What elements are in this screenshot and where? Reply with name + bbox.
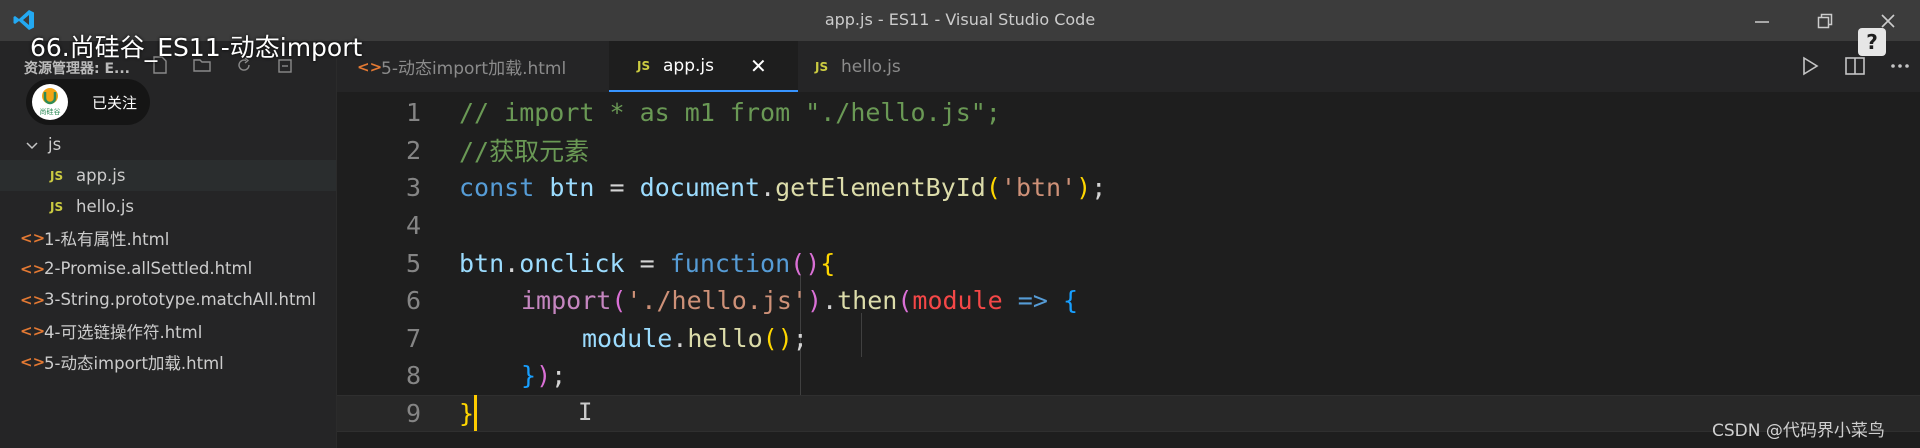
minimize-button[interactable] xyxy=(1742,6,1782,36)
code-line-6: 6 import('./hello.js').then(module => { xyxy=(337,282,1920,320)
tree-item-hello-js[interactable]: JS hello.js xyxy=(0,191,336,222)
tree-item-label: 4-可选链操作符.html xyxy=(44,322,203,342)
tree-folder-js[interactable]: js xyxy=(0,129,336,160)
line-number: 3 xyxy=(405,173,421,203)
editor-tab-bar: <> 5-动态import加载.html JS app.js ✕ JS hell… xyxy=(337,41,1920,92)
line-number: 6 xyxy=(405,286,421,316)
tab-dynamic-import-html[interactable]: <> 5-动态import加载.html xyxy=(357,41,566,92)
line-number: 2 xyxy=(405,135,421,165)
tree-item-html-1[interactable]: <> 1-私有属性.html xyxy=(0,222,336,253)
channel-logo-icon: 尚硅谷 xyxy=(40,88,61,116)
follow-label: 已关注 xyxy=(92,94,138,112)
minimize-icon xyxy=(1755,21,1769,23)
html-file-icon: <> xyxy=(20,228,46,247)
follow-badge[interactable]: 尚硅谷 已关注 xyxy=(26,79,150,125)
tab-close-icon[interactable]: ✕ xyxy=(750,54,767,78)
tree-item-app-js[interactable]: JS app.js xyxy=(0,160,336,191)
code-text: const btn = document.getElementById('btn… xyxy=(459,173,1107,203)
html-file-icon: <> xyxy=(20,352,46,371)
avatar: 尚硅谷 xyxy=(32,84,68,120)
code-text: }); xyxy=(521,361,567,391)
close-icon xyxy=(1881,14,1895,28)
tree-item-html-3[interactable]: <> 3-String.prototype.matchAll.html xyxy=(0,284,336,315)
code-line-5: 5 btn.onclick = function(){ xyxy=(337,244,1920,282)
code-text: //获取元素 xyxy=(459,137,590,167)
line-number: 1 xyxy=(405,98,421,128)
restore-button[interactable] xyxy=(1805,6,1845,36)
line-number: 9 xyxy=(405,399,421,429)
code-line-3: 3 const btn = document.getElementById('b… xyxy=(337,169,1920,207)
code-text: btn.onclick = function(){ xyxy=(459,248,836,278)
line-number: 7 xyxy=(405,323,421,353)
tree-item-label: 1-私有属性.html xyxy=(44,229,170,249)
avatar-text: 尚硅谷 xyxy=(40,107,61,116)
tree-item-label: 3-String.prototype.matchAll.html xyxy=(44,290,317,309)
html-file-icon: <> xyxy=(20,259,46,278)
tree-item-html-4[interactable]: <> 4-可选链操作符.html xyxy=(0,315,336,346)
tree-item-label: 2-Promise.allSettled.html xyxy=(44,259,253,278)
code-line-1: 1 // import * as m1 from "./hello.js"; xyxy=(337,94,1920,132)
tree-item-html-5[interactable]: <> 5-动态import加载.html xyxy=(0,346,336,377)
help-icon[interactable]: ? xyxy=(1858,28,1886,56)
line-number: 5 xyxy=(405,248,421,278)
js-file-icon: JS xyxy=(50,168,64,183)
tree-item-label: hello.js xyxy=(76,197,135,216)
js-file-icon: JS xyxy=(815,59,829,74)
tab-label: app.js xyxy=(663,55,714,76)
mouse-ibeam-icon: I xyxy=(578,398,593,426)
line-number: 8 xyxy=(405,361,421,391)
code-line-8: 8 }); xyxy=(337,357,1920,395)
split-editor-icon[interactable] xyxy=(1843,54,1867,78)
editor-actions xyxy=(1777,54,1912,78)
code-text: module.hello(); xyxy=(582,323,808,353)
window-title: app.js - ES11 - Visual Studio Code xyxy=(824,10,1096,29)
tree-item-html-2[interactable]: <> 2-Promise.allSettled.html xyxy=(0,253,336,284)
video-title: 66.尚硅谷_ES11-动态import xyxy=(30,33,363,62)
code-line-2: 2 //获取元素 xyxy=(337,132,1920,170)
code-text: // import * as m1 from "./hello.js"; xyxy=(459,98,1001,128)
code-editor[interactable]: 1 // import * as m1 from "./hello.js"; 2… xyxy=(337,92,1920,448)
code-text: import('./hello.js').then(module => { xyxy=(521,286,1078,316)
line-number: 4 xyxy=(405,211,421,241)
code-text: } xyxy=(459,399,475,429)
code-line-7: 7 module.hello(); xyxy=(337,320,1920,358)
tree-item-label: js xyxy=(48,135,62,154)
run-icon[interactable] xyxy=(1798,54,1822,78)
text-cursor xyxy=(474,395,477,431)
tab-label: hello.js xyxy=(841,56,901,77)
restore-icon xyxy=(1817,13,1833,29)
tree-item-label: app.js xyxy=(76,166,126,185)
more-actions-icon[interactable] xyxy=(1888,54,1912,78)
tab-app-js[interactable]: JS app.js ✕ xyxy=(609,41,798,92)
code-line-4: 4 xyxy=(337,207,1920,245)
watermark: CSDN @代码界小菜鸟 xyxy=(1712,421,1885,441)
tab-label: 5-动态import加载.html xyxy=(381,59,567,79)
html-file-icon: <> xyxy=(20,290,46,309)
js-file-icon: JS xyxy=(637,58,651,73)
tree-item-label: 5-动态import加载.html xyxy=(44,353,224,373)
html-file-icon: <> xyxy=(20,321,46,340)
tab-hello-js[interactable]: JS hello.js xyxy=(795,41,901,92)
js-file-icon: JS xyxy=(50,199,64,214)
code-line-9: 9 } xyxy=(337,394,1920,433)
chevron-down-icon xyxy=(26,141,38,149)
